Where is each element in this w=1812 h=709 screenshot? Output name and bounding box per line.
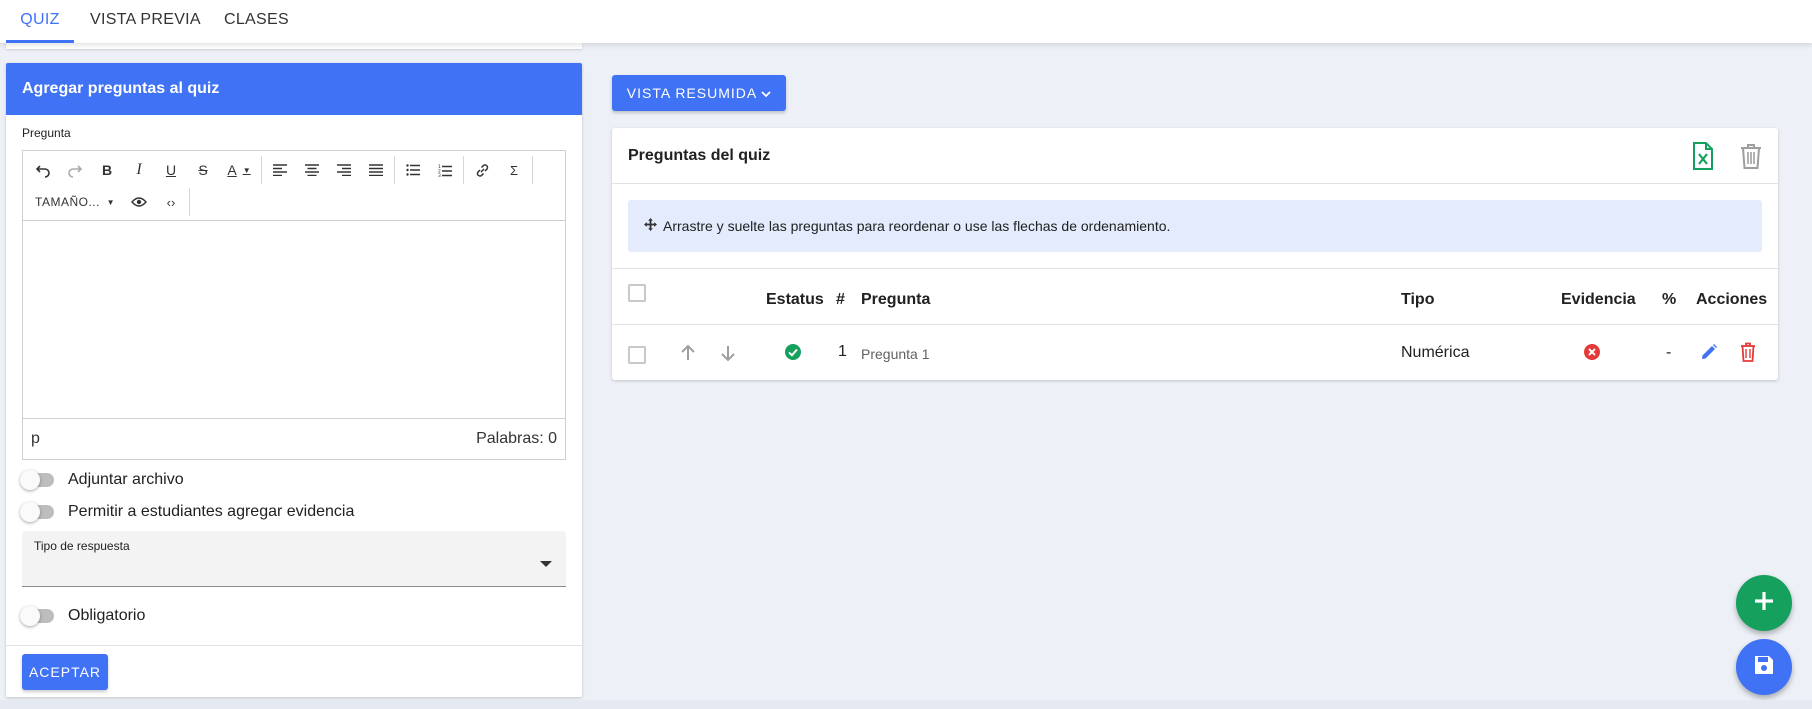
add-fab-button[interactable] <box>1736 575 1792 631</box>
link-icon[interactable] <box>466 156 498 184</box>
add-question-card: Agregar preguntas al quiz Pregunta B I U… <box>6 63 582 697</box>
answer-type-select[interactable]: Tipo de respuesta <box>22 531 566 587</box>
row-number: 1 <box>838 343 847 360</box>
move-arrows-icon <box>644 218 657 234</box>
align-center-icon[interactable] <box>296 156 328 184</box>
floppy-save-icon <box>1753 654 1775 681</box>
attach-file-label: Adjuntar archivo <box>68 471 184 488</box>
editor-toolbar: B I U S A ▼ 1 2 3 Σ TAMAÑO... ▼ ‹› <box>23 151 565 221</box>
bullet-list-icon[interactable] <box>397 156 429 184</box>
col-header-evidence: Evidencia <box>1561 291 1636 308</box>
strikethrough-icon[interactable]: S <box>187 156 219 184</box>
summary-view-button[interactable]: VISTA RESUMIDA <box>612 75 786 111</box>
status-check-icon <box>784 343 802 366</box>
source-code-icon[interactable]: ‹› <box>155 188 187 216</box>
align-right-icon[interactable] <box>328 156 360 184</box>
tab-vista-previa[interactable]: VISTA PREVIA <box>74 0 217 43</box>
numbered-list-icon[interactable]: 123 <box>429 156 461 184</box>
row-percent: - <box>1666 344 1672 361</box>
col-header-question: Pregunta <box>861 291 931 308</box>
save-fab-button[interactable] <box>1736 639 1792 695</box>
col-header-percent: % <box>1662 291 1677 308</box>
underline-icon[interactable]: U <box>155 156 187 184</box>
arrow-up-icon[interactable] <box>680 344 696 367</box>
redo-icon[interactable] <box>59 156 91 184</box>
quiz-questions-card: Preguntas del quiz Arrastre y suelte las… <box>612 128 1778 380</box>
dropdown-caret-icon <box>540 561 552 567</box>
quiz-questions-title: Preguntas del quiz <box>628 147 771 164</box>
rich-text-editor: B I U S A ▼ 1 2 3 Σ TAMAÑO... ▼ ‹› p Pal… <box>22 150 566 460</box>
italic-icon[interactable]: I <box>123 156 155 184</box>
accept-button[interactable]: ACEPTAR <box>22 654 108 690</box>
col-header-status: Estatus <box>766 291 824 308</box>
text-color-icon[interactable]: A ▼ <box>219 156 259 184</box>
allow-evidence-row: Permitir a estudiantes agregar evidencia <box>20 502 354 522</box>
top-tab-bar: QUIZ VISTA PREVIA CLASES <box>0 0 1812 43</box>
preview-eye-icon[interactable] <box>123 188 155 216</box>
trash-icon[interactable] <box>1738 141 1764 171</box>
svg-text:3: 3 <box>438 173 441 177</box>
reorder-info-text: Arrastre y suelte las preguntas para reo… <box>663 218 1171 234</box>
attach-file-row: Adjuntar archivo <box>20 470 184 490</box>
select-all-checkbox[interactable] <box>628 284 646 302</box>
word-count: Palabras: 0 <box>476 430 557 447</box>
caret-down-icon: ▼ <box>106 197 115 207</box>
editor-statusbar: p Palabras: 0 <box>23 419 565 459</box>
formula-icon[interactable]: Σ <box>498 156 530 184</box>
font-size-label: TAMAÑO... <box>35 195 100 209</box>
tab-clases[interactable]: CLASES <box>208 0 305 43</box>
row-checkbox[interactable] <box>628 346 646 364</box>
reorder-info-banner: Arrastre y suelte las preguntas para reo… <box>628 200 1762 252</box>
mandatory-row: Obligatorio <box>20 606 145 626</box>
editor-content-area[interactable] <box>23 221 565 419</box>
col-header-actions: Acciones <box>1696 291 1768 308</box>
add-question-header: Agregar preguntas al quiz <box>6 63 582 115</box>
font-size-select[interactable]: TAMAÑO... ▼ <box>27 188 123 216</box>
delete-trash-icon[interactable] <box>1740 342 1756 367</box>
col-header-type: Tipo <box>1401 291 1435 308</box>
quiz-questions-header: Preguntas del quiz <box>612 128 1778 184</box>
allow-evidence-label: Permitir a estudiantes agregar evidencia <box>68 503 355 520</box>
mandatory-toggle[interactable] <box>20 606 56 626</box>
excel-export-icon[interactable] <box>1690 141 1716 171</box>
undo-icon[interactable] <box>27 156 59 184</box>
question-label: Pregunta <box>22 126 71 140</box>
align-left-icon[interactable] <box>264 156 296 184</box>
collapsed-panel-edge <box>6 43 582 49</box>
chevron-down-icon <box>761 85 771 101</box>
row-type: Numérica <box>1401 344 1470 361</box>
row-question: Pregunta 1 <box>861 346 930 362</box>
summary-view-label: VISTA RESUMIDA <box>626 85 758 101</box>
edit-pencil-icon[interactable] <box>1700 343 1718 366</box>
tab-quiz[interactable]: QUIZ <box>6 0 74 43</box>
answer-type-label: Tipo de respuesta <box>34 539 130 553</box>
allow-evidence-toggle[interactable] <box>20 502 56 522</box>
bold-icon[interactable]: B <box>91 156 123 184</box>
arrow-down-icon[interactable] <box>720 344 736 367</box>
element-path: p <box>31 430 40 447</box>
align-justify-icon[interactable] <box>360 156 392 184</box>
evidence-cancel-icon <box>1583 343 1601 366</box>
plus-icon <box>1753 590 1775 617</box>
col-header-number: # <box>836 291 845 308</box>
add-question-footer: ACEPTAR <box>6 645 582 697</box>
attach-file-toggle[interactable] <box>20 470 56 490</box>
mandatory-label: Obligatorio <box>68 607 146 624</box>
